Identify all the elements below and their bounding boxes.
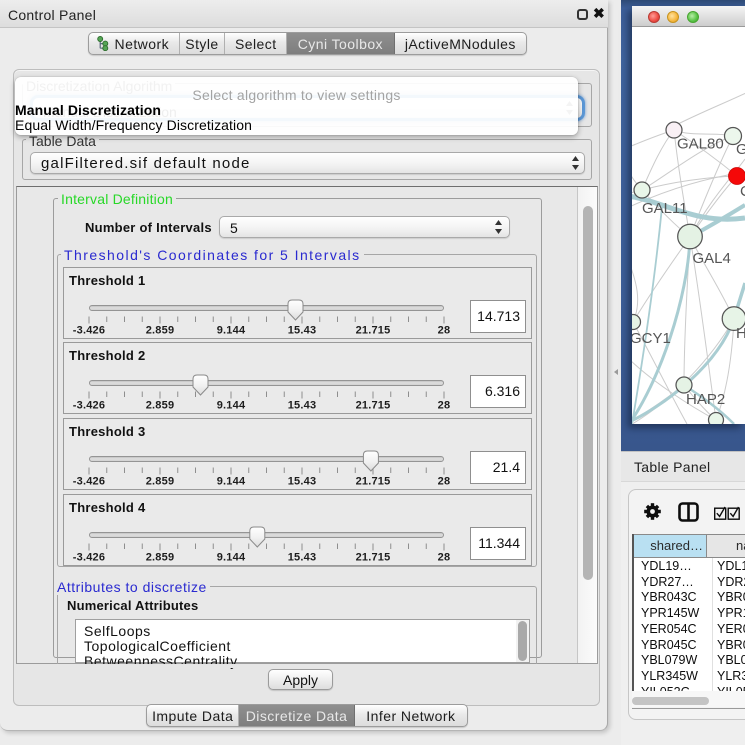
svg-text:15.43: 15.43 [288, 325, 317, 337]
svg-text:9.144: 9.144 [217, 552, 246, 564]
svg-text:GAL4: GAL4 [693, 250, 731, 267]
svg-text:2.859: 2.859 [146, 476, 175, 488]
svg-text:9.144: 9.144 [217, 325, 246, 337]
svg-text:-3.426: -3.426 [73, 476, 105, 488]
svg-text:21.715: 21.715 [356, 400, 391, 412]
svg-text:HA: HA [736, 325, 745, 342]
svg-text:GCY1: GCY1 [632, 330, 671, 347]
svg-text:GAL80: GAL80 [677, 136, 724, 153]
svg-text:28: 28 [438, 552, 451, 564]
svg-text:21.715: 21.715 [356, 476, 391, 488]
svg-text:2.859: 2.859 [146, 400, 175, 412]
svg-text:GAL11: GAL11 [642, 200, 688, 217]
svg-text:9.144: 9.144 [217, 476, 246, 488]
svg-text:28: 28 [438, 476, 451, 488]
svg-text:28: 28 [438, 400, 451, 412]
svg-text:15.43: 15.43 [288, 476, 317, 488]
svg-text:-3.426: -3.426 [73, 400, 105, 412]
svg-text:C: C [740, 183, 745, 200]
svg-text:28: 28 [438, 325, 451, 337]
svg-text:9.144: 9.144 [217, 400, 246, 412]
svg-text:21.715: 21.715 [356, 552, 391, 564]
svg-text:2.859: 2.859 [146, 552, 175, 564]
svg-text:GA: GA [736, 141, 745, 158]
svg-text:-3.426: -3.426 [73, 325, 105, 337]
svg-text:HAP2: HAP2 [686, 391, 725, 408]
svg-text:21.715: 21.715 [356, 325, 391, 337]
svg-text:2.859: 2.859 [146, 325, 175, 337]
svg-text:-3.426: -3.426 [73, 552, 105, 564]
svg-text:15.43: 15.43 [288, 400, 317, 412]
svg-text:15.43: 15.43 [288, 552, 317, 564]
